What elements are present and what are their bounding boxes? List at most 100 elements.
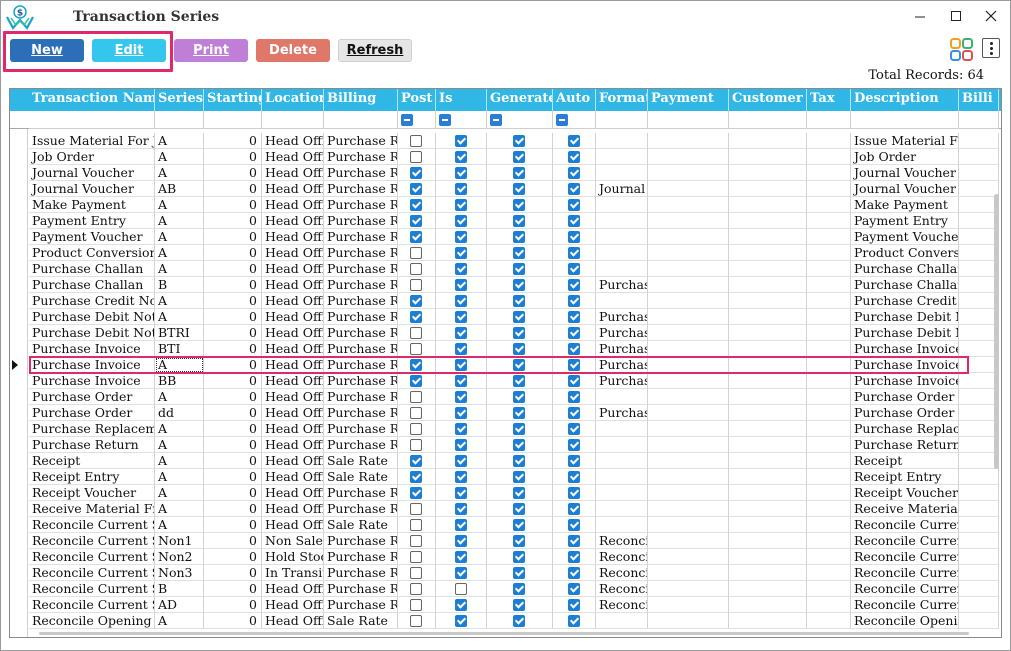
unchecked-checkbox[interactable] [410,407,422,419]
cell-auto[interactable] [553,405,596,421]
cell-gen[interactable] [487,197,553,213]
cell-name[interactable]: Purchase Debit Note [29,325,155,341]
cell-tax[interactable] [807,453,851,469]
cell-start[interactable]: 0 [204,597,262,613]
cell-billing[interactable]: Sale Rate [324,517,398,533]
cell-loc[interactable]: Head Offi [262,197,324,213]
checked-checkbox[interactable] [568,167,580,179]
apps-grid-icon[interactable] [950,38,974,62]
close-button[interactable] [974,5,1008,27]
cell-auto[interactable] [553,245,596,261]
cell-customer[interactable] [729,293,807,309]
table-row[interactable]: Purchase Debit Note BTRI 0 Head Offi Purchas… [10,325,1001,341]
cell-customer[interactable] [729,149,807,165]
cell-loc[interactable]: Head Offi [262,149,324,165]
cell-gen[interactable] [487,133,553,149]
cell-auto[interactable] [553,549,596,565]
column-header-series[interactable]: Series [155,89,204,111]
cell-post[interactable] [398,533,436,549]
cell-desc[interactable]: Purchase Invoice [851,341,959,357]
cell-format[interactable]: Purchas [596,309,648,325]
cell-desc[interactable]: Journal Voucher [851,181,959,197]
cell-format[interactable] [596,421,648,437]
cell-name[interactable]: Reconcile Current St [29,597,155,613]
checked-checkbox[interactable] [568,311,580,323]
cell-start[interactable]: 0 [204,421,262,437]
cell-start[interactable]: 0 [204,229,262,245]
cell-billing[interactable]: Purchase Ra [324,229,398,245]
cell-format[interactable] [596,501,648,517]
checked-checkbox[interactable] [568,279,580,291]
cell-customer[interactable] [729,421,807,437]
checked-checkbox[interactable] [513,439,525,451]
cell-name[interactable]: Purchase Return [29,437,155,453]
cell-payment[interactable] [648,341,729,357]
checked-checkbox[interactable] [513,583,525,595]
cell-customer[interactable] [729,261,807,277]
cell-name[interactable]: Purchase Order [29,405,155,421]
cell-tax[interactable] [807,229,851,245]
checked-checkbox[interactable] [410,183,422,195]
checked-checkbox[interactable] [568,535,580,547]
checked-checkbox[interactable] [513,455,525,467]
checked-checkbox[interactable] [410,487,422,499]
checked-checkbox[interactable] [455,167,467,179]
cell-is[interactable] [436,277,487,293]
cell-post[interactable] [398,165,436,181]
checked-checkbox[interactable] [513,215,525,227]
cell-start[interactable]: 0 [204,325,262,341]
cell-series[interactable]: A [155,245,204,261]
unchecked-checkbox[interactable] [410,503,422,515]
cell-series[interactable]: A [155,261,204,277]
cell-desc[interactable]: Reconcile Curren [851,533,959,549]
checked-checkbox[interactable] [513,263,525,275]
cell-series[interactable]: A [155,229,204,245]
vertical-scrollbar[interactable] [993,129,1001,637]
cell-tax[interactable] [807,597,851,613]
cell-auto[interactable] [553,389,596,405]
cell-billing[interactable]: Purchase Ra [324,165,398,181]
cell-series[interactable]: A [155,389,204,405]
column-header-is[interactable]: Is [436,89,487,111]
table-row[interactable]: Purchase ReplacemeA0Head OffiPurchase Ra… [10,421,1001,437]
cell-name[interactable]: Product Conversion [29,245,155,261]
cell-desc[interactable]: Reconcile Curren [851,581,959,597]
filter-cell-post[interactable] [398,111,436,129]
cell-payment[interactable] [648,197,729,213]
table-row[interactable]: Job OrderA0Head OffiPurchase RaJob Order [10,149,1001,165]
cell-is[interactable] [436,357,487,373]
cell-series[interactable]: A [155,613,204,629]
cell-start[interactable]: 0 [204,581,262,597]
checked-checkbox[interactable] [410,199,422,211]
cell-auto[interactable] [553,597,596,613]
cell-is[interactable] [436,197,487,213]
cell-desc[interactable]: Receipt Voucher [851,485,959,501]
cell-start[interactable]: 0 [204,533,262,549]
cell-customer[interactable] [729,373,807,389]
cell-billing[interactable]: Purchase Ra [324,309,398,325]
cell-name[interactable]: Purchase Challan [29,277,155,293]
cell-loc[interactable]: Head Offi [262,309,324,325]
cell-loc[interactable]: Head Offi [262,277,324,293]
cell-series[interactable]: AB [155,181,204,197]
cell-is[interactable] [436,437,487,453]
cell-is[interactable] [436,405,487,421]
cell-billing[interactable]: Purchase Ra [324,597,398,613]
cell-desc[interactable]: Purchase Replace [851,421,959,437]
cell-gen[interactable] [487,229,553,245]
checked-checkbox[interactable] [568,615,580,627]
cell-customer[interactable] [729,581,807,597]
unchecked-checkbox[interactable] [410,343,422,355]
cell-start[interactable]: 0 [204,277,262,293]
cell-format[interactable] [596,149,648,165]
cell-billing[interactable]: Sale Rate [324,469,398,485]
cell-gen[interactable] [487,581,553,597]
checked-checkbox[interactable] [513,327,525,339]
cell-customer[interactable] [729,229,807,245]
cell-name[interactable]: Reconcile Current St [29,565,155,581]
cell-tax[interactable] [807,517,851,533]
cell-series[interactable]: A [155,149,204,165]
checked-checkbox[interactable] [568,215,580,227]
table-row[interactable]: Issue Material For Jo A 0 Head Offi Purchase… [10,133,1001,149]
cell-gen[interactable] [487,501,553,517]
